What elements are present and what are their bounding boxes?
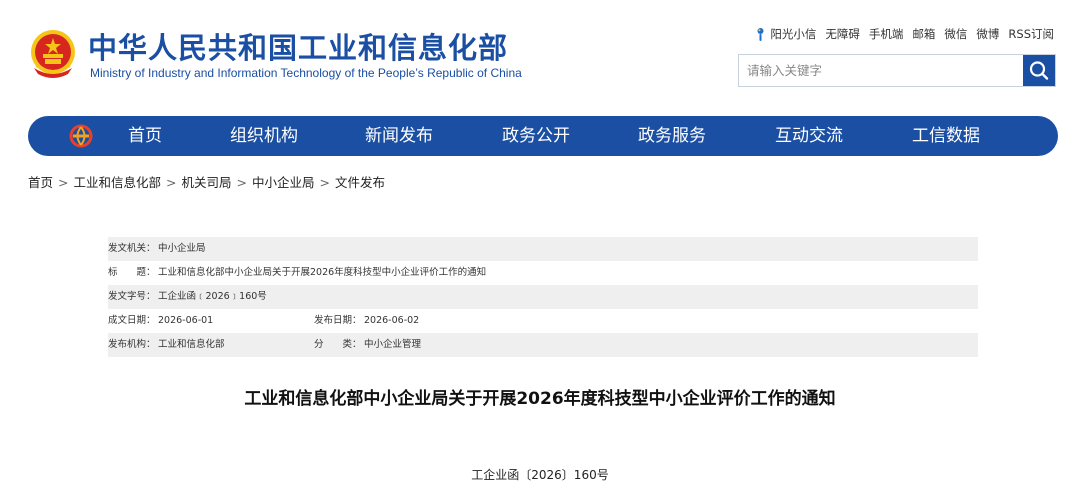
main-nav: 首页 组织机构 新闻发布 政务公开 政务服务 互动交流 工信数据 (28, 116, 1058, 156)
sunshine-link-label: 阳光小信 (770, 27, 817, 41)
published-date-value: 2026-06-02 (364, 315, 420, 326)
org-value: 工业和信息化部 (158, 339, 225, 350)
created-date-value: 2026-06-01 (158, 315, 214, 326)
site-title[interactable]: 中华人民共和国工业和信息化部 (88, 30, 508, 66)
info-row-title: 标 题： 工业和信息化部中小企业局关于开展2026年度科技型中小企业评价工作的通知 (108, 261, 978, 285)
nav-interaction[interactable]: 互动交流 (775, 116, 843, 156)
weibo-link[interactable]: 微博 (976, 26, 999, 42)
sunshine-link[interactable]: 阳光小信 (755, 26, 816, 42)
document-title: 工业和信息化部中小企业局关于开展2026年度科技型中小企业评价工作的通知 (244, 389, 836, 409)
search-icon (1029, 61, 1049, 80)
breadcrumb: 首页 > 工业和信息化部 > 机关司局 > 中小企业局 > 文件发布 (28, 172, 385, 191)
breadcrumb-ministry[interactable]: 工业和信息化部 (74, 175, 162, 190)
national-emblem-icon (28, 28, 78, 80)
accessibility-link[interactable]: 无障碍 (825, 26, 860, 42)
docno-value: 工企业函﹝2026﹞160号 (158, 291, 267, 302)
wechat-link[interactable]: 微信 (944, 26, 967, 42)
category-label: 分 类： (314, 339, 362, 350)
breadcrumb-separator: > (58, 175, 69, 190)
nav-gov-services[interactable]: 政务服务 (638, 116, 706, 156)
breadcrumb-separator: > (319, 175, 330, 190)
mailbox-link[interactable]: 邮箱 (912, 26, 935, 42)
issuer-label: 发文机关： (108, 243, 156, 254)
published-date-label: 发布日期： (314, 315, 362, 326)
info-row-dates: 成文日期： 2026-06-01 发布日期： 2026-06-02 (108, 309, 978, 333)
document-number: 工企业函〔2026〕160号 (471, 468, 609, 482)
breadcrumb-home[interactable]: 首页 (28, 175, 53, 190)
sunshine-icon (757, 28, 764, 41)
nav-organization[interactable]: 组织机构 (230, 116, 298, 156)
breadcrumb-departments[interactable]: 机关司局 (182, 175, 232, 190)
mobile-link[interactable]: 手机端 (869, 26, 904, 42)
breadcrumb-documents[interactable]: 文件发布 (335, 175, 385, 190)
rss-link[interactable]: RSS订阅 (1008, 26, 1054, 42)
breadcrumb-sme-bureau[interactable]: 中小企业局 (252, 175, 315, 190)
org-label: 发布机构： (108, 339, 156, 350)
document-info-table: 发文机关： 中小企业局 标 题： 工业和信息化部中小企业局关于开展2026年度科技型… (108, 237, 978, 357)
info-row-issuer: 发文机关： 中小企业局 (108, 237, 978, 261)
search-box (738, 54, 1056, 87)
created-date-label: 成文日期： (108, 315, 156, 326)
issuer-value: 中小企业局 (158, 243, 206, 254)
docno-label: 发文字号： (108, 291, 156, 302)
info-row-org: 发布机构： 工业和信息化部 分 类： 中小企业管理 (108, 333, 978, 357)
site-subtitle: Ministry of Industry and Information Tec… (90, 66, 522, 80)
search-input[interactable] (739, 55, 1021, 86)
nav-gov-affairs[interactable]: 政务公开 (502, 116, 570, 156)
info-row-docno: 发文字号： 工企业函﹝2026﹞160号 (108, 285, 978, 309)
search-button[interactable] (1023, 55, 1055, 86)
nav-data[interactable]: 工信数据 (912, 116, 980, 156)
category-value: 中小企业管理 (364, 339, 422, 350)
title-label: 标 题： (108, 267, 156, 278)
nav-home[interactable]: 首页 (128, 116, 162, 156)
nav-logo-icon (69, 124, 93, 148)
breadcrumb-separator: > (166, 175, 177, 190)
nav-news[interactable]: 新闻发布 (365, 116, 433, 156)
breadcrumb-separator: > (236, 175, 247, 190)
title-value: 工业和信息化部中小企业局关于开展2026年度科技型中小企业评价工作的通知 (158, 267, 487, 278)
top-links: 阳光小信 无障碍 手机端 邮箱 微信 微博 RSS订阅 (755, 26, 1054, 42)
